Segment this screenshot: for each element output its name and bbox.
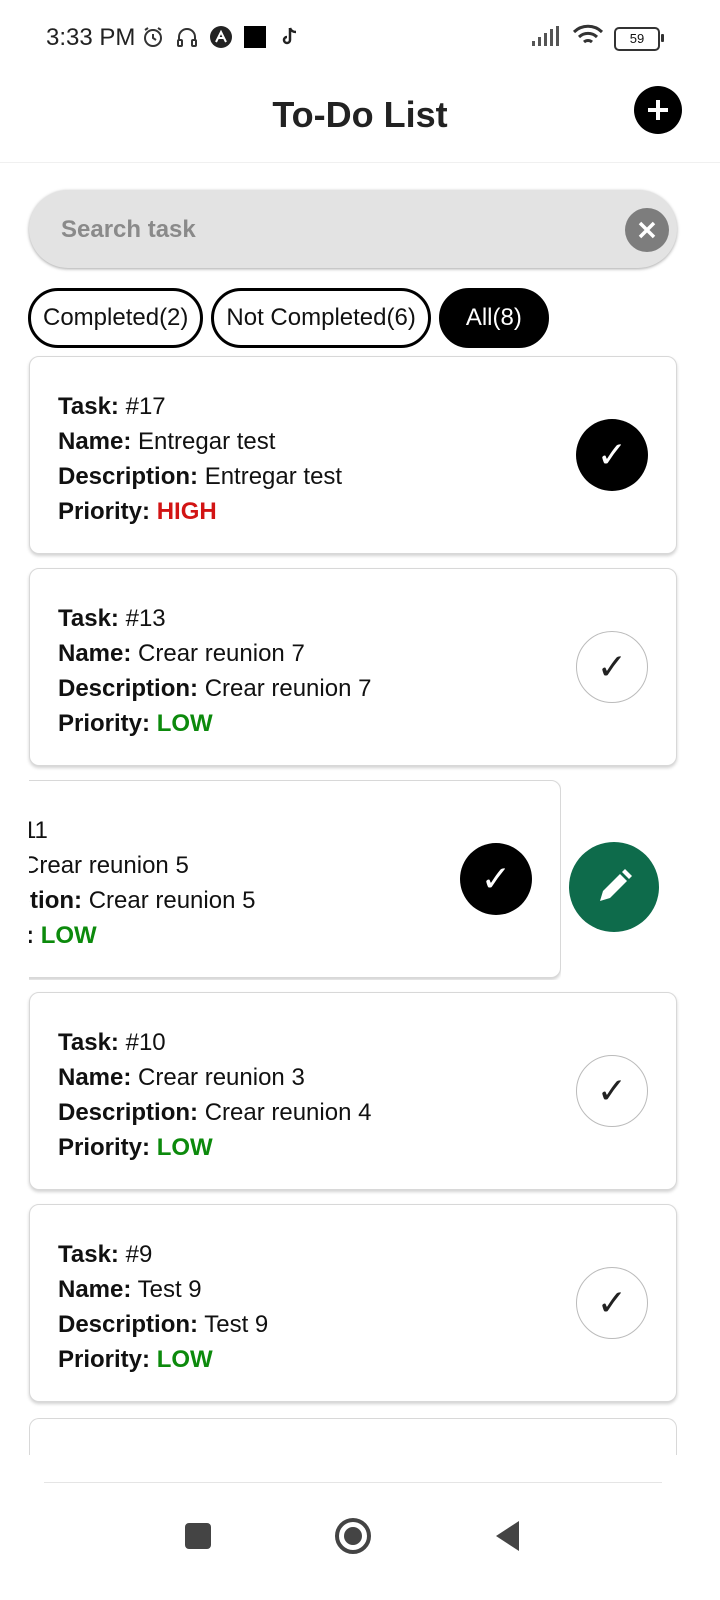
system-nav-bar	[0, 1482, 720, 1600]
check-icon: ✓	[596, 1070, 628, 1111]
check-icon: ✓	[596, 646, 628, 687]
status-bar: 3:33 PM 59	[0, 0, 720, 80]
task-id-row: Task: #11	[29, 813, 255, 848]
home-button[interactable]	[325, 1508, 381, 1564]
task-description-row: Description: Test 9	[58, 1311, 269, 1338]
task-description-row: Description: Crear reunion 4	[58, 1099, 372, 1126]
search-input[interactable]	[59, 190, 583, 270]
task-description: Crear reunion 7	[204, 675, 372, 702]
page-title: To-Do List	[272, 94, 448, 135]
recents-button[interactable]	[170, 1508, 226, 1564]
task-details: Task: #10 Name: Crear reunion 3 Descript…	[58, 1025, 371, 1165]
alarm-icon	[140, 24, 166, 50]
task-priority-row: Priority: LOW	[58, 710, 213, 737]
task-priority: LOW	[156, 710, 213, 737]
app-header: To-Do List	[0, 80, 720, 163]
task-id: #10	[125, 1029, 166, 1056]
signal-icon	[530, 25, 562, 52]
square-icon	[185, 1523, 211, 1549]
task-id-row: Task: #10	[58, 1029, 166, 1056]
complete-toggle-button[interactable]: ✓	[576, 631, 648, 703]
tiktok-icon	[276, 24, 302, 50]
task-name-row: Name: Crear reunion 5	[29, 848, 255, 883]
close-icon	[638, 221, 656, 239]
task-card[interactable]: Task: #9 Name: Test 9 Description: Test …	[29, 1204, 677, 1402]
task-id-row: Task: #13	[58, 605, 166, 632]
task-name: Crear reunion 5	[29, 852, 189, 879]
list-bottom-edge	[0, 1455, 720, 1485]
task-priority-row: Priority: LOW	[58, 1346, 213, 1373]
task-name-row: Name: Crear reunion 3	[58, 1064, 305, 1091]
battery-icon: 59	[614, 26, 664, 51]
nav-divider	[44, 1482, 662, 1483]
back-button[interactable]	[480, 1508, 536, 1564]
task-description-row: Description: Crear reunion 5	[29, 887, 256, 914]
task-name-row: Name: Crear reunion 7	[58, 640, 305, 667]
filter-chips: Completed(2) Not Completed(6) All(8)	[28, 288, 549, 348]
complete-toggle-button[interactable]: ✓	[576, 419, 648, 491]
square-app-icon	[242, 24, 268, 50]
complete-toggle-button[interactable]: ✓	[460, 843, 532, 915]
filter-all[interactable]: All(8)	[438, 288, 549, 348]
task-id-row: Task: #17	[58, 393, 166, 420]
task-priority: LOW	[40, 922, 97, 949]
task-description: Test 9	[204, 1311, 269, 1338]
search-bar	[29, 190, 677, 270]
swiped-task-container: Task: #11 Name: Crear reunion 5 Descript…	[29, 780, 561, 980]
headphones-icon	[174, 24, 200, 50]
wifi-icon	[572, 24, 604, 53]
task-description-row: Description: Crear reunion 7	[58, 675, 372, 702]
task-card[interactable]: Task: #13 Name: Crear reunion 7 Descript…	[29, 568, 677, 766]
back-triangle-icon	[496, 1521, 519, 1551]
app-a-icon	[208, 24, 234, 50]
task-id: #13	[125, 605, 166, 632]
task-name-row: Name: Test 9	[58, 1276, 202, 1303]
add-task-button[interactable]	[634, 86, 682, 134]
check-icon: ✓	[480, 858, 512, 899]
task-description: Crear reunion 4	[204, 1099, 372, 1126]
task-name: Crear reunion 3	[138, 1064, 305, 1091]
task-details: Task: #9 Name: Test 9 Description: Test …	[58, 1237, 268, 1377]
check-icon: ✓	[596, 434, 628, 475]
task-priority-row: Priority: LOW	[29, 918, 255, 953]
task-name: Test 9	[137, 1276, 202, 1303]
task-name: Crear reunion 7	[138, 640, 305, 667]
task-details: Task: #13 Name: Crear reunion 7 Descript…	[58, 601, 371, 741]
notification-icons	[140, 24, 302, 50]
home-circle-icon	[335, 1518, 371, 1554]
task-description: Entregar test	[204, 463, 343, 490]
task-priority: HIGH	[156, 498, 217, 525]
task-name: Entregar test	[138, 428, 276, 455]
complete-toggle-button[interactable]: ✓	[576, 1055, 648, 1127]
task-card[interactable]: Task: #10 Name: Crear reunion 3 Descript…	[29, 992, 677, 1190]
status-time: 3:33 PM	[46, 24, 136, 51]
task-id: #11	[29, 817, 48, 844]
clear-search-button[interactable]	[625, 208, 669, 252]
pencil-icon	[600, 869, 632, 901]
task-id-row: Task: #9	[58, 1241, 153, 1268]
task-priority: LOW	[156, 1134, 213, 1161]
task-description-row: Description: Entregar test	[58, 463, 343, 490]
system-icons: 59	[530, 24, 664, 53]
task-name-row: Name: Entregar test	[58, 428, 276, 455]
task-priority-row: Priority: LOW	[58, 1134, 213, 1161]
filter-not-completed[interactable]: Not Completed(6)	[211, 288, 431, 348]
task-priority: LOW	[156, 1346, 213, 1373]
task-priority-row: Priority: HIGH	[58, 498, 217, 525]
complete-toggle-button[interactable]: ✓	[576, 1267, 648, 1339]
task-details: Task: #17 Name: Entregar test Descriptio…	[58, 389, 342, 529]
check-icon: ✓	[596, 1282, 628, 1323]
task-card[interactable]: Task: #17 Name: Entregar test Descriptio…	[29, 356, 677, 554]
edit-task-button[interactable]	[569, 842, 659, 932]
task-details: Task: #11 Name: Crear reunion 5 Descript…	[29, 813, 255, 953]
task-description: Crear reunion 5	[88, 887, 256, 914]
task-card[interactable]: Task: #11 Name: Crear reunion 5 Descript…	[29, 780, 561, 978]
task-id: #17	[125, 393, 166, 420]
task-id: #9	[125, 1241, 153, 1268]
filter-completed[interactable]: Completed(2)	[28, 288, 204, 348]
plus-icon	[648, 100, 668, 120]
